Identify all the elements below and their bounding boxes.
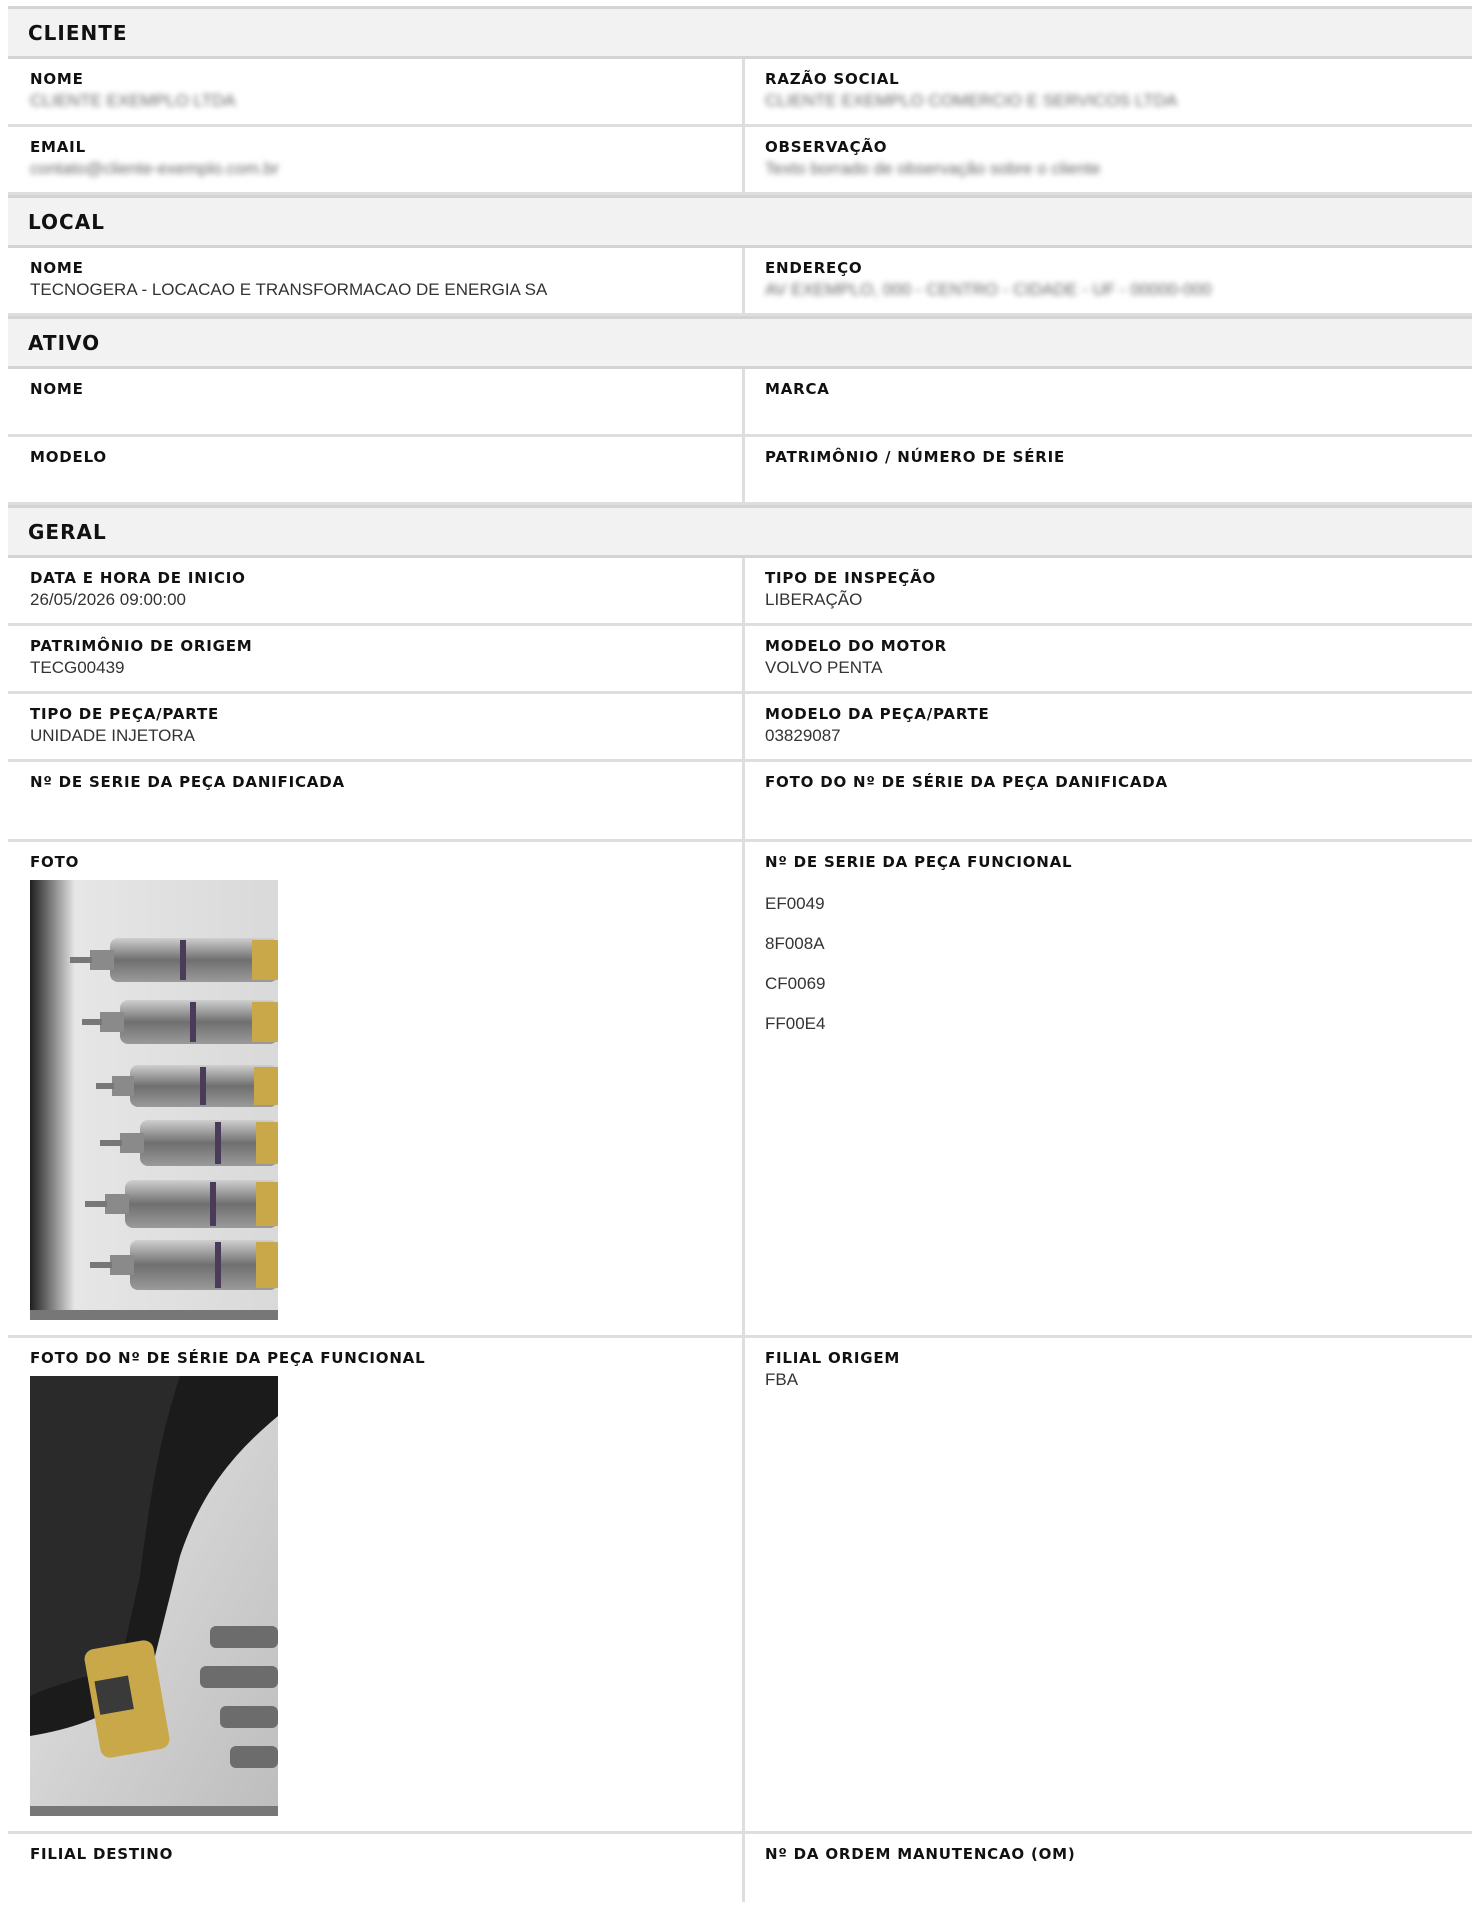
field-value-redacted: CLIENTE EXEMPLO LTDA: [30, 91, 236, 110]
field-ordem-manutencao: Nº DA ORDEM MANUTENCAO (OM): [745, 1834, 1472, 1902]
field-label: FILIAL ORIGEM: [765, 1349, 901, 1367]
field-filial-destino: FILIAL DESTINO: [8, 1834, 745, 1902]
field-value-redacted: Texto borrado de observação sobre o clie…: [765, 159, 1101, 178]
field-value: 03829087: [765, 726, 841, 745]
field-marca: MARCA: [745, 369, 1472, 434]
inspection-report: CLIENTE NOME CLIENTE EXEMPLO LTDA RAZÃO …: [8, 6, 1472, 1902]
field-label: FILIAL DESTINO: [30, 1845, 174, 1863]
field-label: PATRIMÔNIO DE ORIGEM: [30, 637, 253, 655]
section-header-local: LOCAL: [8, 195, 1472, 248]
field-ativo-nome: NOME: [8, 369, 745, 434]
ativo-row-2: MODELO PATRIMÔNIO / NÚMERO DE SÉRIE: [8, 437, 1472, 505]
field-label: Nº DA ORDEM MANUTENCAO (OM): [765, 1845, 1076, 1863]
serial-item: CF0069: [765, 974, 826, 993]
ativo-row-1: NOME MARCA: [8, 369, 1472, 437]
field-label: Nº DE SERIE DA PEÇA FUNCIONAL: [765, 853, 1073, 871]
section-header-cliente: CLIENTE: [8, 6, 1472, 59]
field-label: Nº DE SERIE DA PEÇA DANIFICADA: [30, 773, 345, 791]
field-value: TECG00439: [30, 658, 125, 677]
field-label: ENDEREÇO: [765, 259, 863, 277]
geral-row-3: TIPO DE PEÇA/PARTE UNIDADE INJETORA MODE…: [8, 694, 1472, 762]
field-local-nome: NOME TECNOGERA - LOCACAO E TRANSFORMACAO…: [8, 248, 745, 313]
field-data-hora-inicio: DATA E HORA DE INICIO 26/05/2026 09:00:0…: [8, 558, 745, 623]
field-label: NOME: [30, 380, 84, 398]
field-value: UNIDADE INJETORA: [30, 726, 195, 745]
field-label: MODELO DA PEÇA/PARTE: [765, 705, 990, 723]
injectors-photo[interactable]: [30, 880, 278, 1320]
field-value: FBA: [765, 1370, 799, 1389]
serial-label-photo[interactable]: [30, 1376, 278, 1816]
section-header-geral: GERAL: [8, 505, 1472, 558]
field-label: FOTO: [30, 853, 80, 871]
field-label: TIPO DE INSPEÇÃO: [765, 569, 937, 587]
field-label: RAZÃO SOCIAL: [765, 70, 900, 88]
field-label: MARCA: [765, 380, 830, 398]
field-modelo: MODELO: [8, 437, 745, 502]
field-label: EMAIL: [30, 138, 86, 156]
field-patrimonio-serie: PATRIMÔNIO / NÚMERO DE SÉRIE: [745, 437, 1472, 502]
serial-item: FF00E4: [765, 1014, 826, 1033]
serial-item: 8F008A: [765, 934, 825, 953]
field-value: 26/05/2026 09:00:00: [30, 590, 186, 609]
geral-row-2: PATRIMÔNIO DE ORIGEM TECG00439 MODELO DO…: [8, 626, 1472, 694]
field-serie-danificada: Nº DE SERIE DA PEÇA DANIFICADA: [8, 762, 745, 839]
field-email: EMAIL contato@cliente-exemplo.com.br: [8, 127, 745, 192]
field-cliente-nome: NOME CLIENTE EXEMPLO LTDA: [8, 59, 745, 124]
field-value-redacted: contato@cliente-exemplo.com.br: [30, 159, 279, 178]
local-row-1: NOME TECNOGERA - LOCACAO E TRANSFORMACAO…: [8, 248, 1472, 316]
geral-row-6: FOTO DO Nº DE SÉRIE DA PEÇA FUNCIONAL FI…: [8, 1338, 1472, 1834]
field-label: DATA E HORA DE INICIO: [30, 569, 246, 587]
field-tipo-peca: TIPO DE PEÇA/PARTE UNIDADE INJETORA: [8, 694, 745, 759]
section-header-ativo: ATIVO: [8, 316, 1472, 369]
section-title-geral: GERAL: [28, 519, 107, 544]
field-value-redacted: AV EXEMPLO, 000 - CENTRO - CIDADE - UF -…: [765, 280, 1212, 299]
serial-list: EF0049 8F008A CF0069 FF00E4: [765, 874, 1460, 1054]
section-title-cliente: CLIENTE: [28, 20, 128, 45]
section-title-ativo: ATIVO: [28, 330, 101, 355]
field-modelo-peca: MODELO DA PEÇA/PARTE 03829087: [745, 694, 1472, 759]
field-label: MODELO DO MOTOR: [765, 637, 948, 655]
field-label: NOME: [30, 259, 84, 277]
field-patrimonio-origem: PATRIMÔNIO DE ORIGEM TECG00439: [8, 626, 745, 691]
geral-row-4: Nº DE SERIE DA PEÇA DANIFICADA FOTO DO N…: [8, 762, 1472, 842]
field-foto-serie-funcional: FOTO DO Nº DE SÉRIE DA PEÇA FUNCIONAL: [8, 1338, 745, 1831]
field-label: TIPO DE PEÇA/PARTE: [30, 705, 220, 723]
field-serie-funcional: Nº DE SERIE DA PEÇA FUNCIONAL EF0049 8F0…: [745, 842, 1472, 1335]
serial-item: EF0049: [765, 894, 825, 913]
geral-row-5: FOTO Nº DE SERIE DA PEÇA FUNCIONAL EF004…: [8, 842, 1472, 1338]
section-title-local: LOCAL: [28, 209, 105, 234]
field-foto-serie-danificada: FOTO DO Nº DE SÉRIE DA PEÇA DANIFICADA: [745, 762, 1472, 839]
field-label: PATRIMÔNIO / NÚMERO DE SÉRIE: [765, 448, 1066, 466]
field-value-redacted: CLIENTE EXEMPLO COMERCIO E SERVICOS LTDA: [765, 91, 1178, 110]
field-label: MODELO: [30, 448, 107, 466]
field-value: VOLVO PENTA: [765, 658, 883, 677]
field-modelo-motor: MODELO DO MOTOR VOLVO PENTA: [745, 626, 1472, 691]
field-value: TECNOGERA - LOCACAO E TRANSFORMACAO DE E…: [30, 280, 548, 299]
field-foto: FOTO: [8, 842, 745, 1335]
field-label: NOME: [30, 70, 84, 88]
cliente-row-1: NOME CLIENTE EXEMPLO LTDA RAZÃO SOCIAL C…: [8, 59, 1472, 127]
field-endereco: ENDEREÇO AV EXEMPLO, 000 - CENTRO - CIDA…: [745, 248, 1472, 313]
geral-row-7: FILIAL DESTINO Nº DA ORDEM MANUTENCAO (O…: [8, 1834, 1472, 1902]
field-tipo-inspecao: TIPO DE INSPEÇÃO LIBERAÇÃO: [745, 558, 1472, 623]
field-razao-social: RAZÃO SOCIAL CLIENTE EXEMPLO COMERCIO E …: [745, 59, 1472, 124]
field-label: FOTO DO Nº DE SÉRIE DA PEÇA FUNCIONAL: [30, 1349, 426, 1367]
field-label: OBSERVAÇÃO: [765, 138, 888, 156]
field-observacao: OBSERVAÇÃO Texto borrado de observação s…: [745, 127, 1472, 192]
cliente-row-2: EMAIL contato@cliente-exemplo.com.br OBS…: [8, 127, 1472, 195]
field-value: LIBERAÇÃO: [765, 590, 863, 609]
field-label: FOTO DO Nº DE SÉRIE DA PEÇA DANIFICADA: [765, 773, 1168, 791]
geral-row-1: DATA E HORA DE INICIO 26/05/2026 09:00:0…: [8, 558, 1472, 626]
field-filial-origem: FILIAL ORIGEM FBA: [745, 1338, 1472, 1831]
